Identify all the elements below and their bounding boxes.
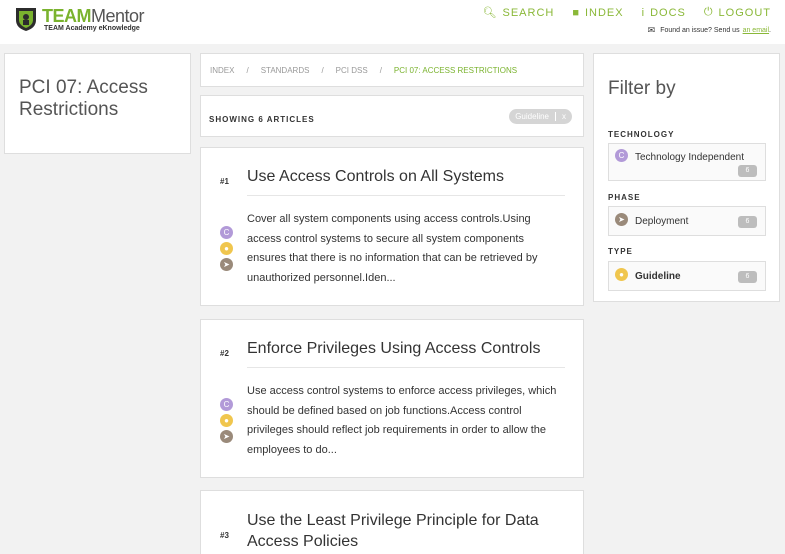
brand-tagline: TEAM Academy eKnowledge (44, 25, 140, 32)
article-title[interactable]: Enforce Privileges Using Access Controls (247, 338, 567, 359)
nav-logout-label: LOGOUT (718, 6, 771, 19)
nav-logout[interactable]: ⏻ LOGOUT (704, 6, 771, 19)
breadcrumb-standards[interactable]: STANDARDS (261, 66, 310, 75)
deployment-icon: ➤ (615, 213, 628, 226)
article-summary: Cover all system components using access… (247, 213, 538, 284)
article-number: #1 (220, 177, 229, 186)
nav-index[interactable]: ■ INDEX (572, 6, 623, 19)
technology-icon: C (220, 226, 233, 239)
guideline-icon: ● (615, 268, 628, 281)
filter-title: Filter by (608, 78, 676, 99)
issue-end: . (769, 27, 771, 34)
guideline-icon: ● (220, 414, 233, 427)
filter-item-label: Guideline (635, 271, 681, 282)
breadcrumb-separator: / (379, 65, 382, 75)
filter-section-phase: PHASE (608, 193, 641, 202)
article-number: #3 (220, 531, 229, 540)
breadcrumb-current: PCI 07: ACCESS RESTRICTIONS (393, 65, 518, 75)
shield-logo-icon (16, 8, 36, 31)
guideline-icon: ● (220, 242, 233, 255)
top-header: TEAMMentor TEAM Academy eKnowledge 🔍︎ SEA… (0, 0, 785, 44)
breadcrumb-separator: / (246, 65, 249, 75)
filter-item-deployment[interactable]: ➤ Deployment 6 (608, 206, 766, 236)
nav-docs[interactable]: i DOCS (642, 6, 686, 19)
power-icon: ⏻ (703, 6, 714, 18)
filter-item-count: 6 (738, 216, 757, 228)
info-icon: i (641, 6, 646, 19)
nav-search[interactable]: 🔍︎ SEARCH (482, 6, 555, 20)
folder-icon: ■ (572, 6, 580, 19)
results-count: SHOWING 6 ARTICLES (209, 115, 315, 124)
active-filter-pill: Guideline x (509, 109, 572, 124)
brand-team: TEAM (42, 6, 92, 26)
team-mentor-logo[interactable]: TEAMMentor TEAM Academy eKnowledge (14, 6, 159, 34)
breadcrumb-pci-dss[interactable]: PCI DSS (336, 66, 368, 75)
article-summary: Use access control systems to enforce ac… (247, 385, 557, 456)
search-icon: 🔍︎ (482, 7, 498, 19)
filter-item-count: 6 (738, 271, 757, 283)
breadcrumb-index[interactable]: INDEX (210, 66, 234, 75)
title-panel: PCI 07: Access Restrictions (4, 53, 191, 154)
article-divider (247, 367, 565, 368)
filter-item-label: Technology Independent (635, 152, 744, 163)
filter-item-label: Deployment (635, 216, 689, 227)
article-number: #2 (220, 349, 229, 358)
breadcrumb-separator: / (321, 65, 324, 75)
article-divider (247, 195, 565, 196)
issue-report: ✉ Found an issue? Send us an email. (648, 25, 771, 36)
brand-name: TEAMMentor (42, 6, 145, 26)
nav-index-label: INDEX (584, 6, 624, 19)
article-card: #3 Use the Least Privilege Principle for… (200, 490, 584, 554)
article-card: #1 Use Access Controls on All Systems C … (200, 147, 584, 306)
nav-search-label: SEARCH (502, 6, 555, 19)
article-card: #2 Enforce Privileges Using Access Contr… (200, 319, 584, 478)
remove-filter-button[interactable]: x (556, 112, 566, 121)
nav-docs-label: DOCS (650, 6, 686, 19)
article-title[interactable]: Use Access Controls on All Systems (247, 166, 567, 187)
filter-item-count: 6 (738, 165, 757, 177)
filter-item-technology-independent[interactable]: C Technology Independent 6 (608, 143, 766, 181)
article-icons: C ● ➤ (220, 398, 234, 446)
active-filter-label: Guideline (515, 112, 556, 121)
page-title: PCI 07: Access Restrictions (19, 77, 148, 120)
filter-section-type: TYPE (608, 247, 633, 256)
article-icons: C ● ➤ (220, 226, 234, 274)
breadcrumb: INDEX / STANDARDS / PCI DSS / PCI 07: AC… (200, 53, 584, 87)
filter-section-technology: TECHNOLOGY (608, 130, 675, 139)
top-nav: 🔍︎ SEARCH ■ INDEX i DOCS ⏻ LOGOUT (465, 6, 771, 19)
mail-icon: ✉ (647, 25, 656, 35)
results-bar: SHOWING 6 ARTICLES Guideline x (200, 95, 584, 137)
deployment-icon: ➤ (220, 430, 233, 443)
email-link[interactable]: an email (743, 27, 769, 34)
filter-panel: Filter by TECHNOLOGY C Technology Indepe… (593, 53, 780, 302)
article-title[interactable]: Use the Least Privilege Principle for Da… (247, 510, 567, 552)
issue-text: Found an issue? Send us (660, 27, 740, 34)
filter-item-guideline[interactable]: ● Guideline 6 (608, 261, 766, 291)
technology-icon: C (220, 398, 233, 411)
brand-mentor: Mentor (91, 6, 145, 26)
technology-icon: C (615, 149, 628, 162)
deployment-icon: ➤ (220, 258, 233, 271)
